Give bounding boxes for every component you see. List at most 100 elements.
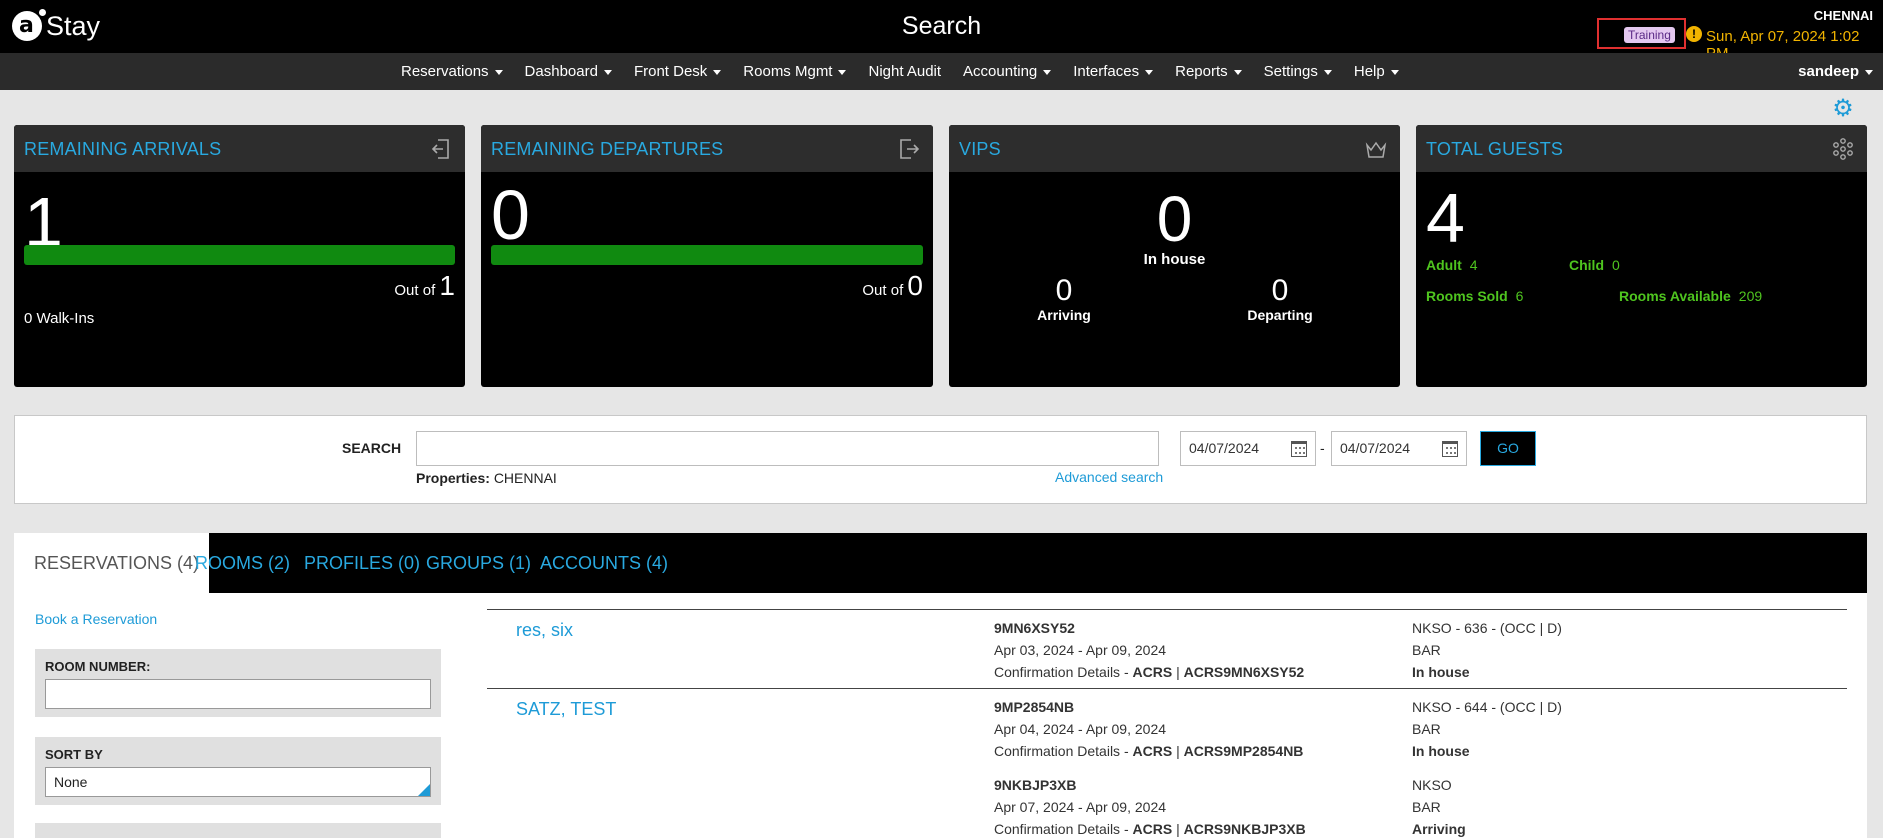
child-count: Child 0 [1569,257,1620,273]
search-input[interactable] [416,431,1159,466]
results-panel: RESERVATIONS (4) ROOMS (2) PROFILES (0) GRO… [14,533,1867,838]
crown-icon [1365,141,1387,158]
reservation-details: 9NKBJP3XB Apr 07, 2024 - Apr 09, 2024 Co… [994,774,1306,838]
sort-by-filter: SORT BY None [35,737,441,805]
chevron-down-icon [1145,69,1154,75]
gear-icon[interactable]: ⚙ [1832,97,1854,121]
sort-by-select[interactable]: None [45,767,431,797]
rate-code: BAR [1412,721,1441,737]
nav-item-rooms-mgmt[interactable]: Rooms Mgmt [732,53,857,90]
confirmation-details: Confirmation Details - ACRS | ACRS9NKBJP… [994,821,1306,837]
widget-title: VIPS [959,139,1001,159]
nav-item-reservations[interactable]: Reservations [390,53,514,90]
confirmation-details: Confirmation Details - ACRS | ACRS9MP285… [994,743,1304,759]
warning-icon[interactable]: ! [1686,26,1702,42]
reservation-block: 9MP2854NB Apr 04, 2024 - Apr 09, 2024 Co… [487,689,1847,767]
reservation-list: res, six 9MN6XSY52 Apr 03, 2024 - Apr 09… [487,609,1847,838]
rate-code: BAR [1412,642,1441,658]
room-number-filter: ROOM NUMBER: [35,649,441,717]
nav-item-accounting[interactable]: Accounting [952,53,1062,90]
calendar-icon[interactable] [1291,441,1307,457]
chevron-down-icon [1233,69,1242,75]
widget-remaining-departures[interactable]: REMAINING DEPARTURES 0 Out of 0 [481,125,933,387]
nav-item-night-audit[interactable]: Night Audit [857,53,952,90]
property-name[interactable]: CHENNAI [1814,8,1873,23]
user-menu[interactable]: sandeep [1798,53,1873,90]
guests-count: 4 [1426,179,1465,257]
stay-dates: Apr 04, 2024 - Apr 09, 2024 [994,721,1167,737]
chevron-down-icon [838,69,847,75]
room-assignment: NKSO [1412,777,1452,793]
room-details: NKSO BAR Arriving [1412,774,1466,838]
go-button[interactable]: GO [1480,431,1536,466]
reservation-status: In house [1412,743,1470,759]
reservation-block: 9NKBJP3XB Apr 07, 2024 - Apr 09, 2024 Co… [487,767,1847,838]
room-number-input[interactable] [45,679,431,709]
additional-filter [35,823,441,838]
room-assignment: NKSO - 636 - (OCC | D) [1412,620,1562,636]
chevron-down-icon [603,69,612,75]
results-tabs: RESERVATIONS (4) ROOMS (2) PROFILES (0) GRO… [14,533,1867,593]
date-to-field[interactable]: 04/07/2024 [1331,431,1467,466]
nav-item-settings[interactable]: Settings [1253,53,1343,90]
nav-item-front-desk[interactable]: Front Desk [623,53,732,90]
advanced-search-link[interactable]: Advanced search [1055,469,1163,485]
calendar-icon[interactable] [1442,441,1458,457]
sort-by-label: SORT BY [45,747,103,762]
rooms-sold: Rooms Sold 6 [1426,288,1524,304]
book-reservation-link[interactable]: Book a Reservation [35,611,157,627]
widget-total-guests[interactable]: TOTAL GUESTS 4 Adult 4 Child 0 Rooms Sold 6… [1416,125,1867,387]
widget-title: REMAINING ARRIVALS [24,139,222,159]
select-corner-icon [418,784,430,796]
widget-remaining-arrivals[interactable]: REMAINING ARRIVALS 1 Out of 1 0 Walk-Ins [14,125,465,387]
arrivals-progress-bar [24,245,455,265]
date-from-field[interactable]: 04/07/2024 [1180,431,1316,466]
stay-dates: Apr 03, 2024 - Apr 09, 2024 [994,642,1167,658]
training-badge: Training [1624,27,1675,43]
departures-out-of: Out of 0 [862,270,923,301]
stay-dates: Apr 07, 2024 - Apr 09, 2024 [994,799,1167,815]
vips-departing: 0 Departing [1247,274,1313,324]
nav-item-reports[interactable]: Reports [1164,53,1253,90]
room-assignment: NKSO - 644 - (OCC | D) [1412,699,1562,715]
reservation-details: 9MP2854NB Apr 04, 2024 - Apr 09, 2024 Co… [994,696,1303,762]
arrival-door-icon [431,139,449,159]
reservation-status: In house [1412,664,1470,680]
properties-filter: Properties: CHENNAI [416,470,557,486]
departures-progress-bar [491,245,923,265]
nav-item-interfaces[interactable]: Interfaces [1062,53,1164,90]
chevron-down-icon [713,69,722,75]
room-number-label: ROOM NUMBER: [45,659,151,674]
tab-accounts[interactable]: ACCOUNTS (4) [520,533,688,593]
chevron-down-icon [1043,69,1052,75]
room-details: NKSO - 644 - (OCC | D) BAR In house [1412,696,1562,762]
search-label: SEARCH [342,440,402,456]
vips-in-house: 0 In house [1143,183,1206,268]
nav-item-dashboard[interactable]: Dashboard [514,53,623,90]
departures-count: 0 [491,176,530,254]
confirmation-details: Confirmation Details - ACRS | ACRS9MN6XS… [994,664,1305,680]
main-nav: Reservations Dashboard Front Desk Rooms Mgm… [0,53,1883,90]
widget-title: TOTAL GUESTS [1426,139,1564,159]
departure-door-icon [900,139,920,159]
widget-title: REMAINING DEPARTURES [491,139,724,159]
date-separator: - [1320,440,1325,456]
reservation-status: Arriving [1412,821,1466,837]
rate-code: BAR [1412,799,1441,815]
chevron-down-icon [494,69,503,75]
arrivals-out-of: Out of 1 [394,270,455,301]
guests-cluster-icon [1833,138,1853,160]
widget-vips[interactable]: VIPS 0 In house 0 Arriving 0 Departing [949,125,1400,387]
confirmation-number[interactable]: 9MP2854NB [994,696,1303,718]
room-details: NKSO - 636 - (OCC | D) BAR In house [1412,617,1562,683]
chevron-down-icon [1323,69,1332,75]
vips-arriving: 0 Arriving [1037,274,1091,324]
adult-count: Adult 4 [1426,257,1478,273]
reservation-block: 9MN6XSY52 Apr 03, 2024 - Apr 09, 2024 Co… [487,610,1847,688]
confirmation-number[interactable]: 9MN6XSY52 [994,617,1304,639]
nav-item-help[interactable]: Help [1343,53,1410,90]
chevron-down-icon [1865,69,1873,75]
confirmation-number[interactable]: 9NKBJP3XB [994,774,1306,796]
reservation-item[interactable]: SATZ, TEST 9MP2854NB Apr 04, 2024 - Apr … [487,688,1847,838]
reservation-item[interactable]: res, six 9MN6XSY52 Apr 03, 2024 - Apr 09… [487,609,1847,688]
